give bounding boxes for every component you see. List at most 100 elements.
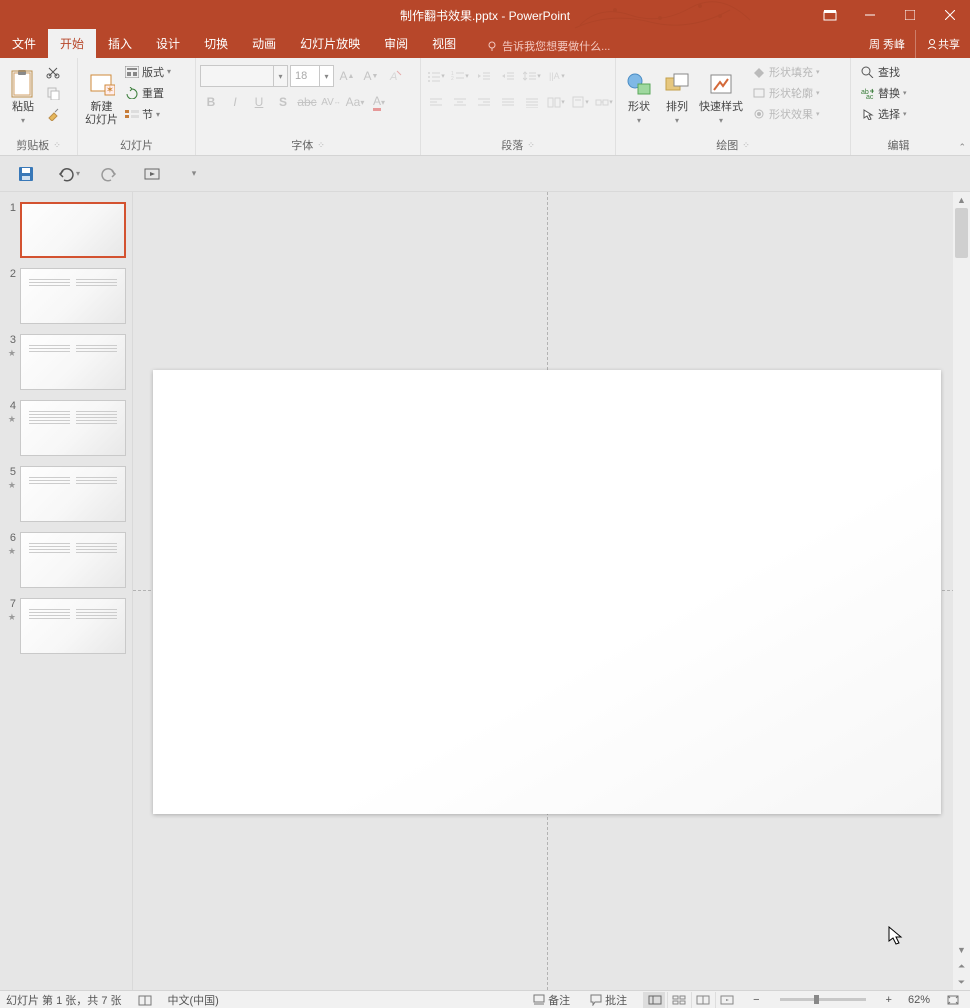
quick-styles-button[interactable]: 快速样式▾ (696, 61, 746, 129)
collapse-ribbon-button[interactable]: ⌃ (958, 142, 966, 153)
char-spacing-button[interactable]: AV↔ (320, 91, 342, 113)
chevron-down-icon[interactable]: ▾ (273, 66, 287, 86)
scroll-thumb[interactable] (955, 208, 968, 258)
reading-view-button[interactable] (691, 992, 713, 1008)
distributed-button[interactable] (521, 91, 543, 113)
slide-thumb-7[interactable]: 7★ (0, 596, 132, 662)
new-slide-button[interactable]: ✶ 新建 幻灯片 (82, 61, 121, 129)
text-direction-button[interactable]: ||A▾ (545, 65, 567, 87)
prev-slide-icon[interactable]: ⏶ (953, 958, 970, 974)
align-right-button[interactable] (473, 91, 495, 113)
tab-insert[interactable]: 插入 (96, 29, 144, 58)
undo-button[interactable]: ▾ (56, 162, 80, 186)
strikethrough-button[interactable]: abc (296, 91, 318, 113)
font-size-combo[interactable]: ▾ (290, 65, 334, 87)
decrease-indent-button[interactable] (473, 65, 495, 87)
slide-thumb-4[interactable]: 4★ (0, 398, 132, 464)
clear-formatting-button[interactable]: A (384, 65, 406, 87)
tell-me-box[interactable]: 告诉我您想要做什么... (478, 34, 618, 58)
normal-view-button[interactable] (643, 992, 665, 1008)
zoom-in-button[interactable]: + (882, 994, 896, 1006)
next-slide-icon[interactable]: ⏷ (953, 974, 970, 990)
format-painter-button[interactable] (44, 104, 62, 124)
font-size-input[interactable] (291, 66, 319, 86)
slide-thumb-5[interactable]: 5★ (0, 464, 132, 530)
notes-button[interactable]: 备注 (529, 992, 574, 1008)
minimize-button[interactable] (850, 0, 890, 30)
maximize-button[interactable] (890, 0, 930, 30)
slideshow-view-button[interactable] (715, 992, 737, 1008)
bold-button[interactable]: B (200, 91, 222, 113)
account-name[interactable]: 周 秀峰 (859, 36, 915, 52)
shape-fill-button[interactable]: 形状填充▾ (750, 62, 822, 82)
slide-thumb-1[interactable]: 1 (0, 200, 132, 266)
arrange-button[interactable]: 排列▾ (658, 61, 696, 129)
slide-thumb-6[interactable]: 6★ (0, 530, 132, 596)
align-text-button[interactable]: ▾ (569, 91, 591, 113)
language-indicator[interactable]: 中文(中国) (168, 992, 219, 1008)
change-case-button[interactable]: Aa▾ (344, 91, 366, 113)
align-left-button[interactable] (425, 91, 447, 113)
paste-button[interactable]: 粘贴▾ (4, 61, 42, 129)
columns-button[interactable]: ▾ (545, 91, 567, 113)
shape-effects-button[interactable]: 形状效果▾ (750, 104, 822, 124)
shadow-button[interactable]: S (272, 91, 294, 113)
sorter-view-button[interactable] (667, 992, 689, 1008)
replace-button[interactable]: abac替换▾ (859, 83, 909, 103)
increase-indent-button[interactable] (497, 65, 519, 87)
tab-file[interactable]: 文件 (0, 29, 48, 58)
find-button[interactable]: 查找 (859, 62, 909, 82)
tab-animations[interactable]: 动画 (240, 29, 288, 58)
zoom-slider[interactable] (780, 998, 866, 1001)
zoom-handle[interactable] (814, 995, 819, 1004)
shapes-button[interactable]: 形状▾ (620, 61, 658, 129)
spell-check-button[interactable] (134, 994, 156, 1006)
tab-review[interactable]: 审阅 (372, 29, 420, 58)
save-button[interactable] (14, 162, 38, 186)
vertical-scrollbar[interactable]: ▲ ▼ ⏶ ⏷ (953, 192, 970, 990)
paragraph-launcher[interactable]: ⁘ (527, 140, 535, 151)
current-slide[interactable] (153, 370, 941, 814)
slide-editor[interactable]: ▲ ▼ ⏶ ⏷ (133, 192, 970, 990)
underline-button[interactable]: U (248, 91, 270, 113)
redo-button[interactable] (98, 162, 122, 186)
numbering-button[interactable]: 12▾ (449, 65, 471, 87)
clipboard-launcher[interactable]: ⁘ (53, 140, 61, 151)
drawing-launcher[interactable]: ⁘ (742, 140, 750, 151)
close-button[interactable] (930, 0, 970, 30)
font-launcher[interactable]: ⁘ (317, 140, 325, 151)
section-button[interactable]: 节▾ (123, 104, 173, 124)
cut-button[interactable] (44, 62, 62, 82)
zoom-level[interactable]: 62% (908, 994, 930, 1006)
tab-slideshow[interactable]: 幻灯片放映 (288, 29, 372, 58)
slide-counter[interactable]: 幻灯片 第 1 张，共 7 张 (6, 992, 122, 1008)
shape-outline-button[interactable]: 形状轮廓▾ (750, 83, 822, 103)
tab-home[interactable]: 开始 (48, 29, 96, 58)
zoom-out-button[interactable]: − (749, 994, 763, 1006)
decrease-font-button[interactable]: A▼ (360, 65, 382, 87)
font-family-combo[interactable]: ▾ (200, 65, 288, 87)
tab-view[interactable]: 视图 (420, 29, 468, 58)
fit-to-window-button[interactable] (942, 994, 964, 1006)
scroll-down-icon[interactable]: ▼ (953, 942, 970, 958)
slide-thumb-2[interactable]: 2 (0, 266, 132, 332)
font-color-button[interactable]: A▾ (368, 91, 390, 113)
copy-button[interactable] (44, 83, 62, 103)
slide-thumb-3[interactable]: 3★ (0, 332, 132, 398)
bullets-button[interactable]: ▾ (425, 65, 447, 87)
chevron-down-icon[interactable]: ▾ (319, 66, 333, 86)
layout-button[interactable]: 版式▾ (123, 62, 173, 82)
select-button[interactable]: 选择▾ (859, 104, 909, 124)
ribbon-display-options[interactable] (810, 0, 850, 30)
increase-font-button[interactable]: A▲ (336, 65, 358, 87)
scroll-up-icon[interactable]: ▲ (953, 192, 970, 208)
font-family-input[interactable] (201, 66, 273, 86)
share-button[interactable]: 共享 (915, 30, 970, 58)
tab-design[interactable]: 设计 (144, 29, 192, 58)
smartart-button[interactable]: ▾ (593, 91, 615, 113)
italic-button[interactable]: I (224, 91, 246, 113)
justify-button[interactable] (497, 91, 519, 113)
start-from-beginning-button[interactable] (140, 162, 164, 186)
align-center-button[interactable] (449, 91, 471, 113)
line-spacing-button[interactable]: ▾ (521, 65, 543, 87)
